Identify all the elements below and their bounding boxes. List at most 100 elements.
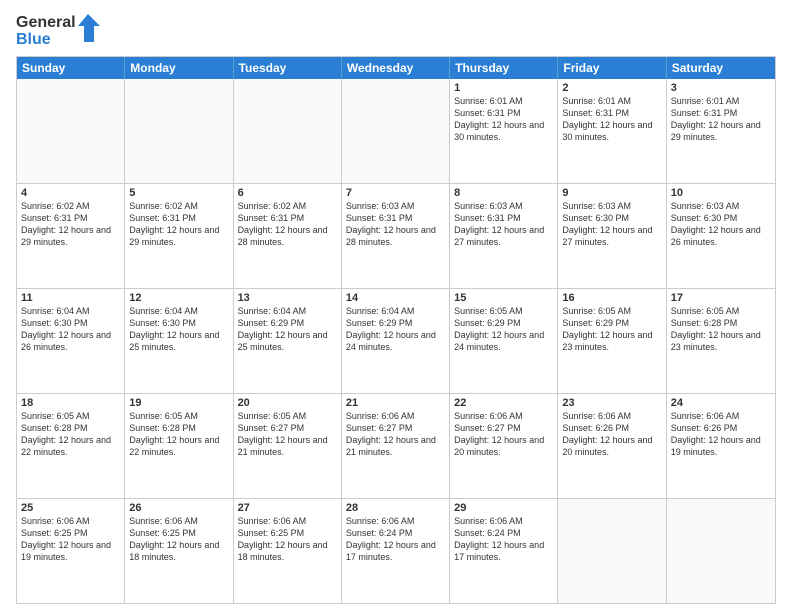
header-day-thursday: Thursday: [450, 57, 558, 79]
day-number: 15: [454, 292, 553, 304]
day-number: 26: [129, 502, 228, 514]
cell-info: Sunrise: 6:06 AMSunset: 6:25 PMDaylight:…: [238, 515, 337, 564]
day-number: 13: [238, 292, 337, 304]
day-number: 18: [21, 397, 120, 409]
day-number: 1: [454, 82, 553, 94]
cell-info: Sunrise: 6:03 AMSunset: 6:31 PMDaylight:…: [454, 200, 553, 249]
calendar-cell-27: 27Sunrise: 6:06 AMSunset: 6:25 PMDayligh…: [234, 499, 342, 603]
calendar-cell-6: 6Sunrise: 6:02 AMSunset: 6:31 PMDaylight…: [234, 184, 342, 288]
calendar-cell-10: 10Sunrise: 6:03 AMSunset: 6:30 PMDayligh…: [667, 184, 775, 288]
calendar-cell-13: 13Sunrise: 6:04 AMSunset: 6:29 PMDayligh…: [234, 289, 342, 393]
cell-info: Sunrise: 6:06 AMSunset: 6:24 PMDaylight:…: [454, 515, 553, 564]
cell-info: Sunrise: 6:03 AMSunset: 6:30 PMDaylight:…: [562, 200, 661, 249]
day-number: 29: [454, 502, 553, 514]
calendar-row-1: 1Sunrise: 6:01 AMSunset: 6:31 PMDaylight…: [17, 79, 775, 184]
day-number: 25: [21, 502, 120, 514]
day-number: 3: [671, 82, 771, 94]
calendar-cell-21: 21Sunrise: 6:06 AMSunset: 6:27 PMDayligh…: [342, 394, 450, 498]
calendar-cell-empty: [17, 79, 125, 183]
cell-info: Sunrise: 6:01 AMSunset: 6:31 PMDaylight:…: [671, 95, 771, 144]
day-number: 21: [346, 397, 445, 409]
svg-text:Blue: Blue: [16, 31, 51, 48]
svg-text:General: General: [16, 14, 76, 31]
cell-info: Sunrise: 6:04 AMSunset: 6:29 PMDaylight:…: [238, 305, 337, 354]
cell-info: Sunrise: 6:06 AMSunset: 6:26 PMDaylight:…: [671, 410, 771, 459]
calendar-cell-17: 17Sunrise: 6:05 AMSunset: 6:28 PMDayligh…: [667, 289, 775, 393]
calendar-cell-26: 26Sunrise: 6:06 AMSunset: 6:25 PMDayligh…: [125, 499, 233, 603]
cell-info: Sunrise: 6:05 AMSunset: 6:27 PMDaylight:…: [238, 410, 337, 459]
calendar-cell-22: 22Sunrise: 6:06 AMSunset: 6:27 PMDayligh…: [450, 394, 558, 498]
calendar-cell-2: 2Sunrise: 6:01 AMSunset: 6:31 PMDaylight…: [558, 79, 666, 183]
calendar-cell-28: 28Sunrise: 6:06 AMSunset: 6:24 PMDayligh…: [342, 499, 450, 603]
day-number: 12: [129, 292, 228, 304]
cell-info: Sunrise: 6:05 AMSunset: 6:28 PMDaylight:…: [129, 410, 228, 459]
page-header: GeneralBlue: [16, 12, 776, 48]
calendar-cell-19: 19Sunrise: 6:05 AMSunset: 6:28 PMDayligh…: [125, 394, 233, 498]
day-number: 16: [562, 292, 661, 304]
calendar-cell-empty: [125, 79, 233, 183]
day-number: 11: [21, 292, 120, 304]
calendar-cell-empty: [558, 499, 666, 603]
calendar-cell-empty: [234, 79, 342, 183]
day-number: 7: [346, 187, 445, 199]
cell-info: Sunrise: 6:01 AMSunset: 6:31 PMDaylight:…: [562, 95, 661, 144]
day-number: 9: [562, 187, 661, 199]
calendar-row-4: 18Sunrise: 6:05 AMSunset: 6:28 PMDayligh…: [17, 394, 775, 499]
calendar-cell-4: 4Sunrise: 6:02 AMSunset: 6:31 PMDaylight…: [17, 184, 125, 288]
calendar-cell-empty: [342, 79, 450, 183]
day-number: 8: [454, 187, 553, 199]
header-day-monday: Monday: [125, 57, 233, 79]
calendar-cell-8: 8Sunrise: 6:03 AMSunset: 6:31 PMDaylight…: [450, 184, 558, 288]
calendar-cell-11: 11Sunrise: 6:04 AMSunset: 6:30 PMDayligh…: [17, 289, 125, 393]
day-number: 23: [562, 397, 661, 409]
cell-info: Sunrise: 6:01 AMSunset: 6:31 PMDaylight:…: [454, 95, 553, 144]
cell-info: Sunrise: 6:04 AMSunset: 6:30 PMDaylight:…: [21, 305, 120, 354]
day-number: 2: [562, 82, 661, 94]
logo: GeneralBlue: [16, 12, 106, 48]
day-number: 19: [129, 397, 228, 409]
calendar-cell-5: 5Sunrise: 6:02 AMSunset: 6:31 PMDaylight…: [125, 184, 233, 288]
calendar-cell-18: 18Sunrise: 6:05 AMSunset: 6:28 PMDayligh…: [17, 394, 125, 498]
calendar-cell-14: 14Sunrise: 6:04 AMSunset: 6:29 PMDayligh…: [342, 289, 450, 393]
day-number: 17: [671, 292, 771, 304]
header-day-friday: Friday: [558, 57, 666, 79]
cell-info: Sunrise: 6:03 AMSunset: 6:31 PMDaylight:…: [346, 200, 445, 249]
calendar-header: SundayMondayTuesdayWednesdayThursdayFrid…: [17, 57, 775, 79]
header-day-saturday: Saturday: [667, 57, 775, 79]
day-number: 28: [346, 502, 445, 514]
calendar-cell-9: 9Sunrise: 6:03 AMSunset: 6:30 PMDaylight…: [558, 184, 666, 288]
day-number: 5: [129, 187, 228, 199]
day-number: 10: [671, 187, 771, 199]
calendar-cell-24: 24Sunrise: 6:06 AMSunset: 6:26 PMDayligh…: [667, 394, 775, 498]
cell-info: Sunrise: 6:06 AMSunset: 6:24 PMDaylight:…: [346, 515, 445, 564]
calendar-cell-15: 15Sunrise: 6:05 AMSunset: 6:29 PMDayligh…: [450, 289, 558, 393]
cell-info: Sunrise: 6:03 AMSunset: 6:30 PMDaylight:…: [671, 200, 771, 249]
day-number: 4: [21, 187, 120, 199]
calendar-row-5: 25 Sunrise: 6:06 AMSunset: 6:25 PMDayligh…: [17, 499, 775, 603]
cell-info: Sunrise: 6:04 AMSunset: 6:29 PMDaylight:…: [346, 305, 445, 354]
cell-info: Sunrise: 6:05 AMSunset: 6:28 PMDaylight:…: [21, 410, 120, 459]
calendar-cell-12: 12Sunrise: 6:04 AMSunset: 6:30 PMDayligh…: [125, 289, 233, 393]
cell-info: Sunrise: 6:02 AMSunset: 6:31 PMDaylight:…: [129, 200, 228, 249]
cell-info: Sunrise: 6:04 AMSunset: 6:30 PMDaylight:…: [129, 305, 228, 354]
day-number: 14: [346, 292, 445, 304]
cell-info: Sunrise: 6:06 AMSunset: 6:25 PMDaylight:…: [129, 515, 228, 564]
day-number: 20: [238, 397, 337, 409]
logo-icon: GeneralBlue: [16, 12, 106, 48]
calendar-cell-empty: [667, 499, 775, 603]
cell-info: Sunrise: 6:06 AMSunset: 6:27 PMDaylight:…: [454, 410, 553, 459]
calendar-row-3: 11Sunrise: 6:04 AMSunset: 6:30 PMDayligh…: [17, 289, 775, 394]
cell-info: Sunrise: 6:02 AMSunset: 6:31 PMDaylight:…: [238, 200, 337, 249]
calendar-cell-1: 1Sunrise: 6:01 AMSunset: 6:31 PMDaylight…: [450, 79, 558, 183]
calendar-cell-29: 29Sunrise: 6:06 AMSunset: 6:24 PMDayligh…: [450, 499, 558, 603]
calendar-cell-16: 16Sunrise: 6:05 AMSunset: 6:29 PMDayligh…: [558, 289, 666, 393]
cell-info: Sunrise: 6:05 AMSunset: 6:29 PMDaylight:…: [454, 305, 553, 354]
cell-info: Sunrise: 6:05 AMSunset: 6:28 PMDaylight:…: [671, 305, 771, 354]
cell-info: Sunrise: 6:06 AMSunset: 6:27 PMDaylight:…: [346, 410, 445, 459]
calendar-cell-20: 20Sunrise: 6:05 AMSunset: 6:27 PMDayligh…: [234, 394, 342, 498]
calendar-row-2: 4 Sunrise: 6:02 AMSunset: 6:31 PMDaylight…: [17, 184, 775, 289]
cell-info: Sunrise: 6:06 AMSunset: 6:26 PMDaylight:…: [562, 410, 661, 459]
header-day-wednesday: Wednesday: [342, 57, 450, 79]
calendar-cell-25: 25Sunrise: 6:06 AMSunset: 6:25 PMDayligh…: [17, 499, 125, 603]
day-number: 24: [671, 397, 771, 409]
